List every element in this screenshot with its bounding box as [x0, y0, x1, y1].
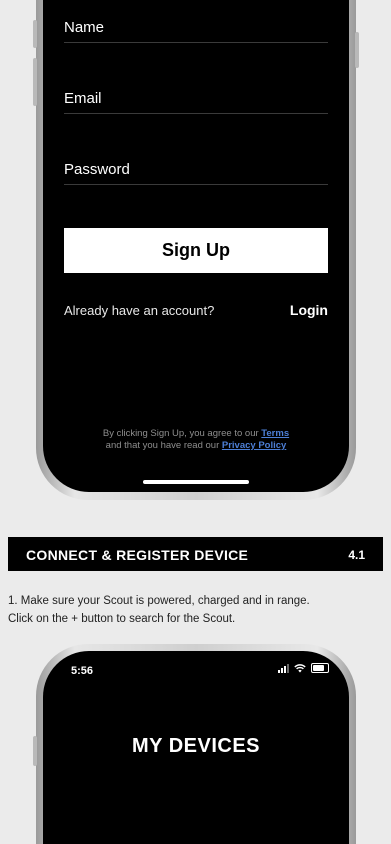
- password-field[interactable]: Password: [64, 140, 328, 185]
- name-field[interactable]: Name: [64, 0, 328, 43]
- legal-notice: By clicking Sign Up, you agree to our Te…: [43, 428, 349, 452]
- name-field-label: Name: [64, 19, 105, 36]
- already-have-account-text: Already have an account?: [64, 303, 215, 318]
- instruction-line: 1. Make sure your Scout is powered, char…: [8, 595, 310, 607]
- legal-line2-text: and that you have read our: [105, 440, 220, 451]
- phone-side-button: [33, 58, 37, 106]
- signup-phone-frame: Name Email Password Sign Up Already have…: [33, 0, 359, 500]
- phone-side-button: [355, 32, 359, 68]
- terms-link[interactable]: Terms: [261, 428, 289, 439]
- phone-side-button: [33, 736, 37, 766]
- phone-side-button: [33, 20, 37, 48]
- home-indicator: [143, 480, 249, 484]
- signup-screen: Name Email Password Sign Up Already have…: [43, 0, 349, 492]
- devices-phone-frame: 5:56 MY DEVICES: [33, 644, 356, 844]
- section-number: 4.1: [348, 548, 365, 562]
- status-bar-icons: [278, 663, 329, 673]
- cellular-signal-icon: [278, 663, 289, 673]
- section-title: CONNECT & REGISTER DEVICE: [26, 547, 249, 563]
- email-field[interactable]: Email: [64, 69, 328, 114]
- status-bar-time: 5:56: [71, 665, 94, 677]
- devices-screen: 5:56 MY DEVICES: [43, 651, 349, 844]
- instruction-line: Click on the + button to search for the …: [8, 613, 236, 625]
- wifi-icon: [294, 663, 306, 672]
- section-header: CONNECT & REGISTER DEVICE 4.1: [8, 537, 383, 571]
- sign-up-button[interactable]: Sign Up: [64, 228, 328, 273]
- login-link[interactable]: Login: [290, 302, 328, 318]
- legal-line1-text: By clicking Sign Up, you agree to our: [102, 428, 259, 439]
- battery-icon: [311, 663, 329, 673]
- instruction-text: 1. Make sure your Scout is powered, char…: [8, 592, 383, 628]
- password-field-label: Password: [64, 161, 130, 178]
- email-field-label: Email: [64, 90, 102, 107]
- my-devices-title: MY DEVICES: [132, 735, 260, 757]
- privacy-policy-link[interactable]: Privacy Policy: [222, 440, 286, 451]
